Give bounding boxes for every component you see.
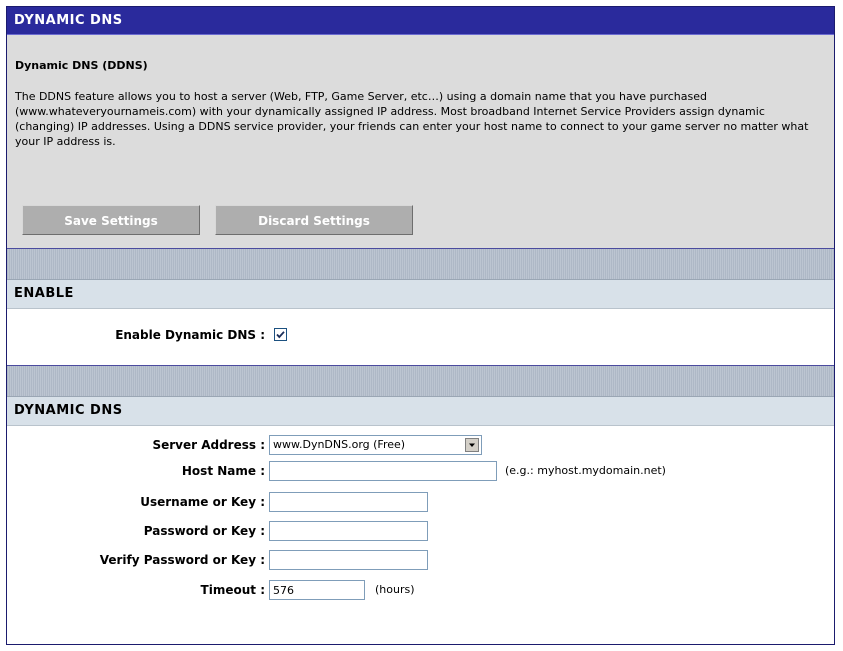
enable-section: Enable Dynamic DNS : bbox=[7, 309, 834, 365]
timeout-row: Timeout : (hours) bbox=[7, 578, 834, 602]
username-label: Username or Key : bbox=[140, 495, 265, 509]
check-icon bbox=[276, 331, 285, 339]
ddns-section-title: DYNAMIC DNS bbox=[7, 397, 834, 426]
timeout-unit: (hours) bbox=[375, 583, 415, 596]
ddns-panel: DYNAMIC DNS Dynamic DNS (DDNS) The DDNS … bbox=[6, 6, 835, 645]
password-row: Password or Key : bbox=[7, 519, 834, 543]
password-label: Password or Key : bbox=[143, 524, 265, 538]
enable-ddns-label: Enable Dynamic DNS : bbox=[115, 328, 265, 342]
divider-stripe bbox=[7, 365, 834, 397]
timeout-label: Timeout : bbox=[200, 583, 265, 597]
username-row: Username or Key : bbox=[7, 490, 834, 514]
divider-stripe bbox=[7, 248, 834, 280]
intro-section: Dynamic DNS (DDNS) The DDNS feature allo… bbox=[7, 35, 834, 248]
discard-settings-button[interactable]: Discard Settings bbox=[215, 205, 413, 235]
host-name-label: Host Name : bbox=[181, 464, 265, 478]
enable-ddns-checkbox[interactable] bbox=[274, 328, 287, 341]
host-name-hint: (e.g.: myhost.mydomain.net) bbox=[505, 464, 666, 477]
verify-password-row: Verify Password or Key : bbox=[7, 548, 834, 572]
timeout-input[interactable] bbox=[269, 580, 365, 600]
enable-section-title: ENABLE bbox=[7, 280, 834, 309]
verify-password-label: Verify Password or Key : bbox=[99, 553, 265, 567]
chevron-down-icon[interactable] bbox=[465, 438, 479, 452]
host-name-input[interactable] bbox=[269, 461, 497, 481]
intro-title: Dynamic DNS (DDNS) bbox=[15, 59, 148, 72]
server-address-row: Server Address : www.DynDNS.org (Free) bbox=[7, 433, 834, 457]
server-address-label: Server Address : bbox=[152, 438, 265, 452]
server-address-value: www.DynDNS.org (Free) bbox=[273, 438, 406, 451]
page-title: DYNAMIC DNS bbox=[7, 7, 834, 35]
password-input[interactable] bbox=[269, 521, 428, 541]
ddns-settings-section: Server Address : www.DynDNS.org (Free) H… bbox=[7, 426, 834, 642]
enable-row: Enable Dynamic DNS : bbox=[7, 323, 834, 347]
host-name-row: Host Name : (e.g.: myhost.mydomain.net) bbox=[7, 459, 834, 483]
verify-password-input[interactable] bbox=[269, 550, 428, 570]
save-settings-button[interactable]: Save Settings bbox=[22, 205, 200, 235]
username-input[interactable] bbox=[269, 492, 428, 512]
server-address-select[interactable]: www.DynDNS.org (Free) bbox=[269, 435, 482, 455]
intro-description: The DDNS feature allows you to host a se… bbox=[15, 90, 809, 148]
